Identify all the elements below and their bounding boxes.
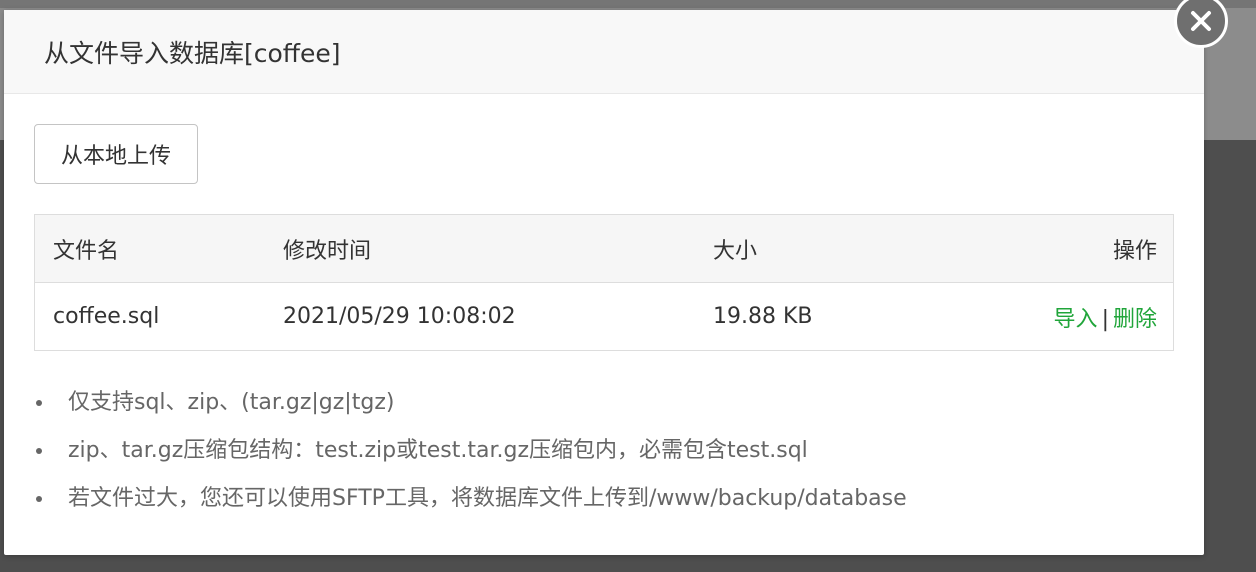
note-text: 若文件过大，您还可以使用SFTP工具，将数据库文件上传到/www/backup/… [68,486,907,511]
note-text: 仅支持sql、zip、(tar.gz|gz|tgz) [68,390,395,415]
table-row: coffee.sql 2021/05/29 10:08:02 19.88 KB … [35,283,1174,351]
list-item: zip、tar.gz压缩包结构：test.zip或test.tar.gz压缩包内… [34,436,907,484]
action-separator: | [1101,306,1109,332]
column-header-filename: 文件名 [53,238,120,264]
bullet-icon [36,448,42,454]
delete-link[interactable]: 删除 [1113,307,1157,332]
upload-local-button[interactable]: 从本地上传 [34,124,198,184]
import-link[interactable]: 导入 [1054,307,1098,332]
dialog-title: 从文件导入数据库[coffee] [44,39,341,68]
help-notes: 仅支持sql、zip、(tar.gz|gz|tgz) zip、tar.gz压缩包… [34,388,907,532]
file-table: 文件名 修改时间 大小 操作 coffee.sql 2021/05/29 10:… [34,214,1174,351]
cell-modified: 2021/05/29 10:08:02 [283,304,516,329]
import-database-dialog: 从文件导入数据库[coffee] 从本地上传 文件名 修改时间 大小 操作 co… [4,0,1228,555]
table-header-row: 文件名 修改时间 大小 操作 [34,214,1174,283]
list-item: 若文件过大，您还可以使用SFTP工具，将数据库文件上传到/www/backup/… [34,484,907,532]
column-header-actions: 操作 [1112,238,1157,264]
cell-size: 19.88 KB [713,304,813,329]
column-header-size: 大小 [713,238,758,264]
note-text: zip、tar.gz压缩包结构：test.zip或test.tar.gz压缩包内… [68,438,808,463]
list-item: 仅支持sql、zip、(tar.gz|gz|tgz) [34,388,907,436]
dialog-header: 从文件导入数据库[coffee] [4,10,1204,94]
column-header-modified: 修改时间 [283,238,372,264]
bullet-icon [36,400,42,406]
bullet-icon [36,496,42,502]
close-icon [1191,11,1211,31]
cell-filename: coffee.sql [53,304,160,329]
cell-actions: 导入 | 删除 [1013,283,1174,351]
